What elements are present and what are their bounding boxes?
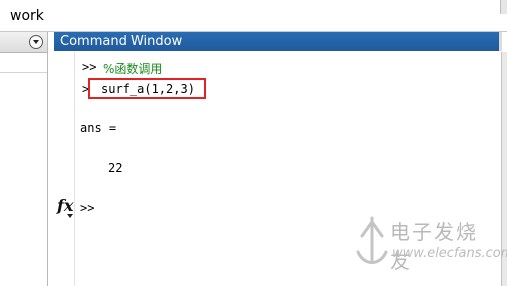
- command-window-header: Command Window: [54, 32, 502, 51]
- caret-down-icon[interactable]: [67, 214, 73, 218]
- ans-value: 22: [108, 161, 123, 175]
- left-panel: [0, 32, 48, 286]
- comment-line: %函数调用: [103, 62, 163, 76]
- annotation-highlight-box: [88, 78, 206, 99]
- divider: [0, 72, 47, 73]
- logo-icon: [356, 216, 388, 264]
- watermark-cn: 电子发烧友: [390, 220, 478, 273]
- workspace-titlebar: work: [0, 0, 507, 32]
- command-prompt[interactable]: >>: [80, 201, 94, 215]
- watermark-en: www.elecfans.com: [392, 246, 507, 261]
- command-window-title: Command Window: [60, 34, 183, 49]
- watermark: 电子发烧友 www.elecfans.com: [352, 212, 507, 274]
- header-edge: [499, 32, 502, 51]
- scrollbar-stub[interactable]: [500, 0, 507, 14]
- left-panel-header: [0, 32, 47, 53]
- prompt-symbol: >>: [82, 60, 97, 74]
- panel-title: work: [10, 8, 44, 24]
- ans-label: ans =: [80, 121, 117, 135]
- fx-icon[interactable]: fx: [57, 196, 73, 215]
- command-gutter: [54, 52, 75, 286]
- chevron-down-icon[interactable]: [29, 35, 43, 49]
